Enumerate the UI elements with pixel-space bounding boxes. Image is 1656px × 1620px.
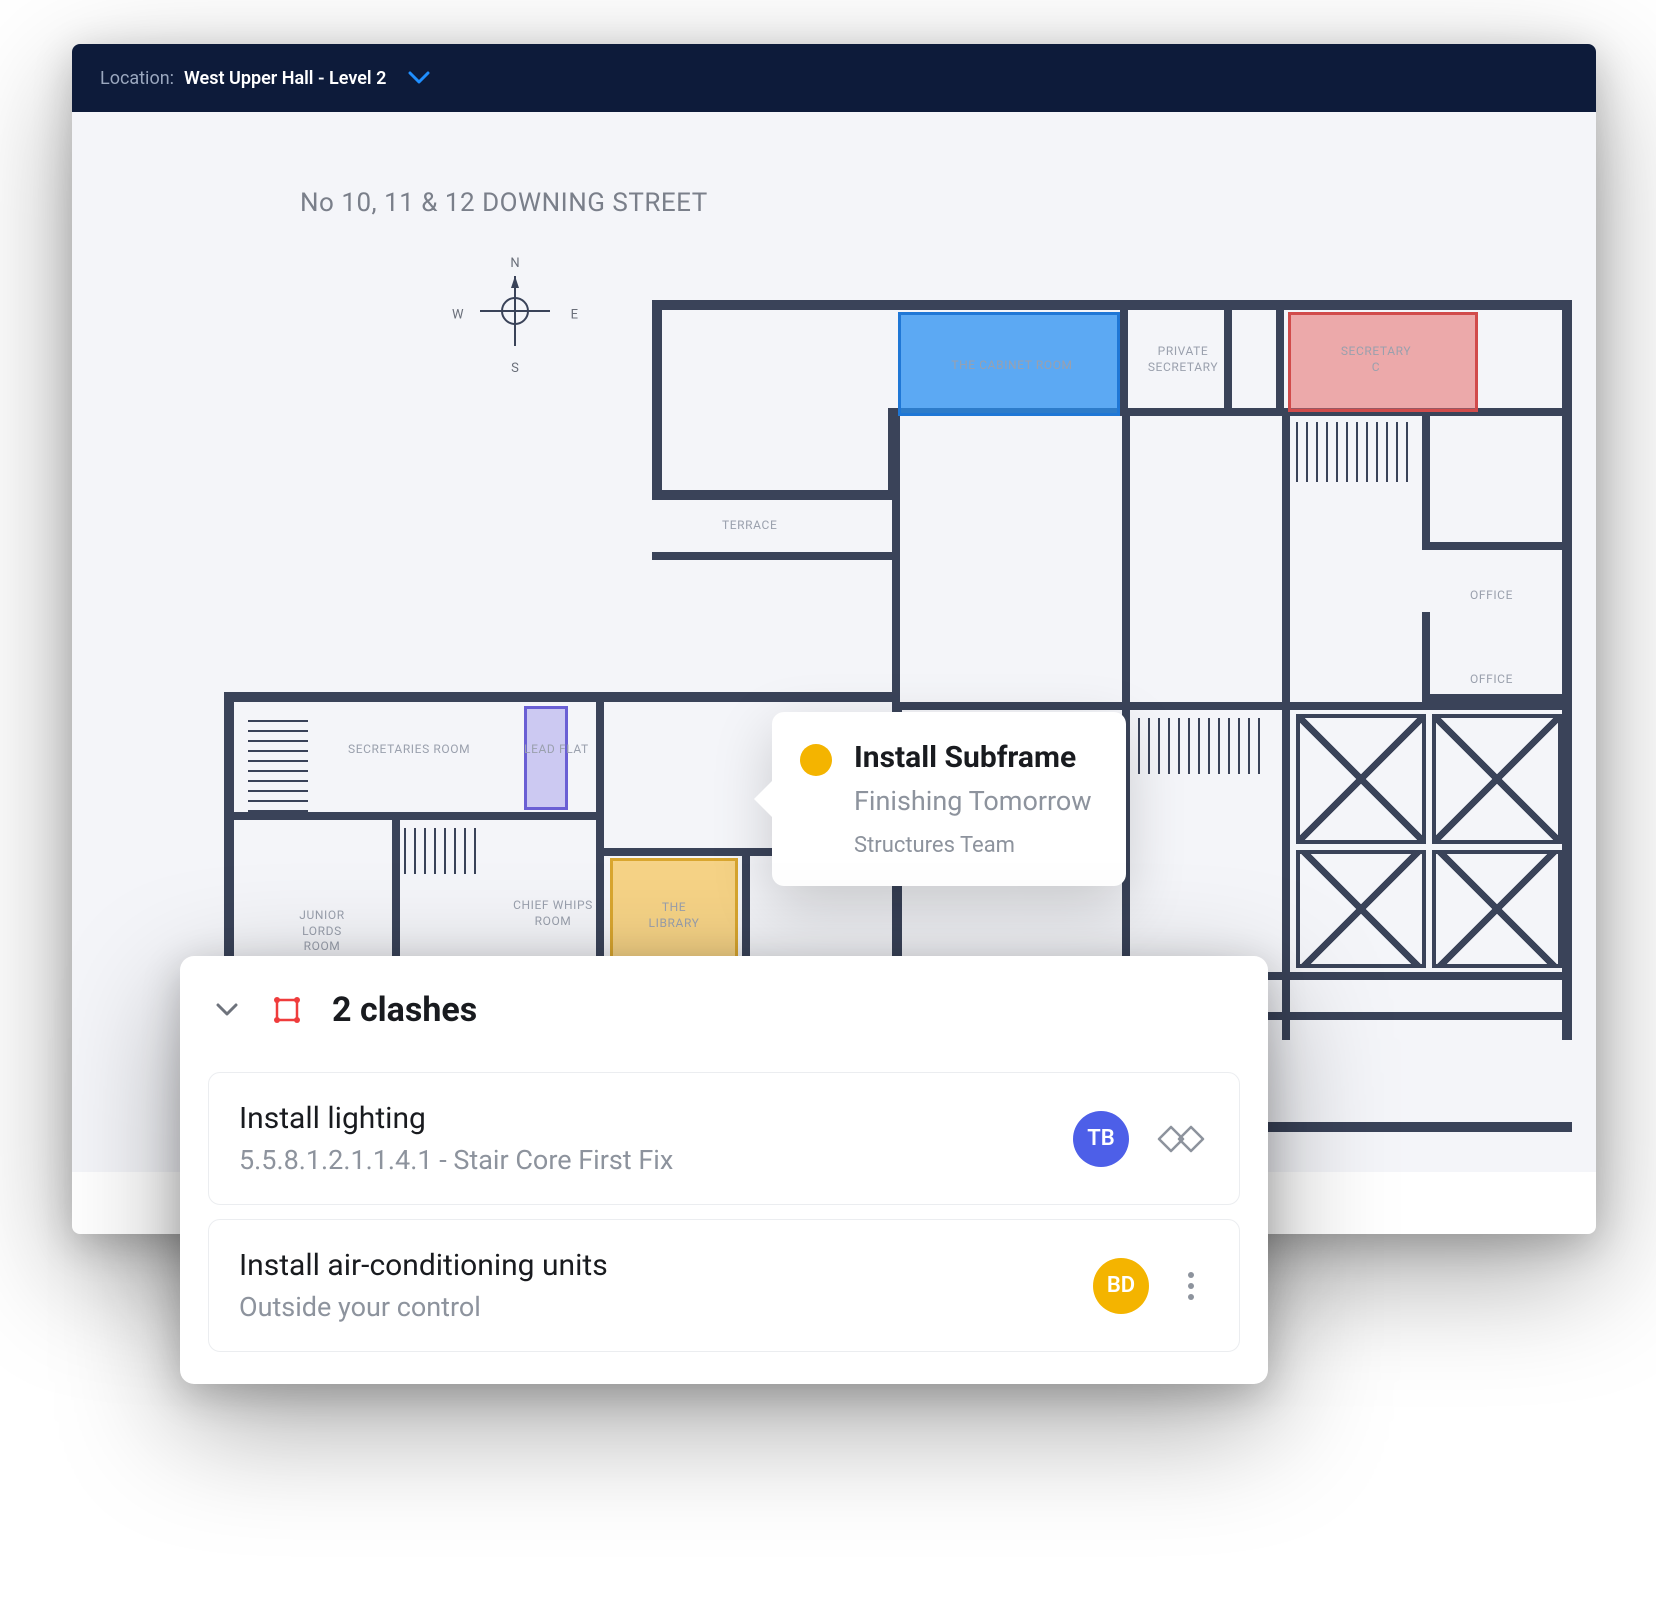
more-icon[interactable] [1173, 1272, 1209, 1300]
location-value: West Upper Hall - Level 2 [184, 68, 386, 89]
clash-item[interactable]: Install lighting 5.5.8.1.2.1.1.4.1 - Sta… [208, 1072, 1240, 1205]
location-label: Location: [100, 68, 174, 89]
room-label: PRIVATE SECRETARY [1138, 344, 1228, 375]
clashes-title: 2 clashes [332, 990, 477, 1030]
zone-leadflat-highlight[interactable] [524, 706, 568, 810]
task-popover[interactable]: Install Subframe Finishing Tomorrow Stru… [772, 712, 1126, 886]
avatar[interactable]: TB [1073, 1111, 1129, 1167]
room-label: CHIEF WHIPS ROOM [510, 898, 596, 929]
room-label: SECRETARY C [1306, 344, 1446, 375]
room-label: TERRACE [722, 518, 777, 534]
popover-title: Install Subframe [854, 740, 1092, 775]
clash-item[interactable]: Install air-conditioning units Outside y… [208, 1219, 1240, 1352]
room-label: LEAD FLAT [524, 742, 589, 758]
room-label: OFFICE [1470, 672, 1513, 688]
room-label: THE CABINET ROOM [922, 358, 1102, 374]
room-label: OFFICE [1470, 588, 1513, 604]
room-label: JUNIOR LORDS ROOM [272, 908, 372, 955]
clashes-panel: 2 clashes Install lighting 5.5.8.1.2.1.1… [180, 956, 1268, 1384]
chevron-down-icon[interactable] [406, 65, 432, 91]
link-icon[interactable] [1153, 1119, 1209, 1159]
location-bar[interactable]: Location: West Upper Hall - Level 2 [72, 44, 1596, 112]
clash-item-subtitle: Outside your control [239, 1291, 1069, 1323]
clash-item-title: Install air-conditioning units [239, 1248, 1069, 1283]
clash-icon [270, 993, 304, 1027]
clash-item-subtitle: 5.5.8.1.2.1.1.4.1 - Stair Core First Fix [239, 1144, 1049, 1176]
room-label: SECRETARIES ROOM [348, 742, 470, 758]
room-label: THE LIBRARY [634, 900, 714, 931]
popover-subtitle: Finishing Tomorrow [854, 785, 1092, 817]
plan-title: No 10, 11 & 12 DOWNING STREET [300, 188, 708, 218]
avatar[interactable]: BD [1093, 1258, 1149, 1314]
clash-item-title: Install lighting [239, 1101, 1049, 1136]
status-dot-icon [800, 744, 832, 776]
clashes-header[interactable]: 2 clashes [208, 984, 1240, 1058]
chevron-down-icon[interactable] [212, 995, 242, 1025]
popover-team: Structures Team [854, 833, 1092, 858]
